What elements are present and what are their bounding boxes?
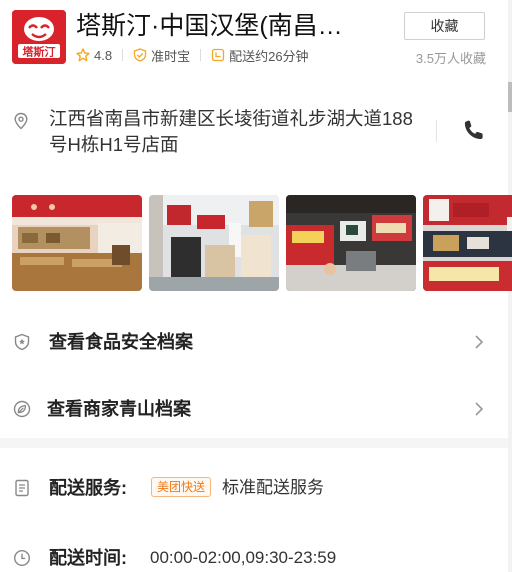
- phone-icon[interactable]: [462, 118, 486, 142]
- delivery-service-tag: 美团快送: [151, 477, 212, 497]
- delivery-time-label: 配送时间:: [49, 548, 127, 568]
- delivery-time-row: 配送时间: 00:00-02:00,09:30-23:59: [0, 538, 512, 572]
- photo-4[interactable]: [423, 195, 512, 291]
- photo-1[interactable]: [12, 195, 142, 291]
- rating-value: 4.8: [94, 47, 113, 63]
- delivery-service-label: 配送服务:: [49, 478, 127, 498]
- meta-divider: [122, 49, 124, 61]
- document-icon: [15, 479, 29, 497]
- chevron-right-icon: [475, 402, 484, 416]
- clock-icon: [13, 549, 31, 567]
- delivery-service-value: 标准配送服务: [222, 478, 324, 497]
- badge-label: 准时宝: [151, 48, 191, 64]
- section-divider: [0, 438, 508, 448]
- address-section: 江西省南昌市新建区长堎街道礼步湖大道188号H栋H1号店面: [0, 100, 512, 178]
- address-divider: [436, 120, 437, 142]
- shop-meta: 4.8 准时宝 配送约26分钟: [76, 45, 309, 65]
- shop-logo: 塔斯汀: [12, 10, 66, 64]
- food-safety-label: 查看食品安全档案: [49, 332, 193, 352]
- green-mountain-label: 查看商家青山档案: [47, 399, 191, 419]
- shop-name: 塔斯汀·中国汉堡(南昌…: [76, 12, 343, 40]
- star-icon: [76, 48, 90, 62]
- delivery-time-value: 00:00-02:00,09:30-23:59: [150, 548, 337, 567]
- leaf-icon: [13, 400, 31, 418]
- delivery-eta: 配送约26分钟: [229, 48, 309, 64]
- photo-3[interactable]: [286, 195, 416, 291]
- food-safety-link[interactable]: 查看食品安全档案: [0, 318, 512, 366]
- chevron-right-icon: [475, 335, 484, 349]
- logo-text: 塔斯汀: [23, 45, 56, 59]
- favorite-button[interactable]: 收藏: [404, 12, 485, 40]
- photo-2[interactable]: [149, 195, 279, 291]
- location-pin-icon: [14, 112, 28, 130]
- shield-star-icon: [14, 333, 30, 351]
- shield-check-icon: [133, 48, 147, 62]
- shop-photos: [12, 195, 512, 291]
- address-text: 江西省南昌市新建区长堎街道礼步湖大道188号H栋H1号店面: [49, 108, 413, 155]
- favorite-count: 3.5万人收藏: [415, 51, 486, 66]
- shop-header: 塔斯汀 塔斯汀·中国汉堡(南昌… 4.8 准时宝 配送约26分钟 收藏 3.5万…: [0, 0, 512, 80]
- delivery-time-icon: [211, 48, 225, 62]
- meta-divider: [200, 49, 202, 61]
- delivery-service-row: 配送服务: 美团快送 标准配送服务: [0, 468, 512, 508]
- green-mountain-link[interactable]: 查看商家青山档案: [0, 385, 512, 433]
